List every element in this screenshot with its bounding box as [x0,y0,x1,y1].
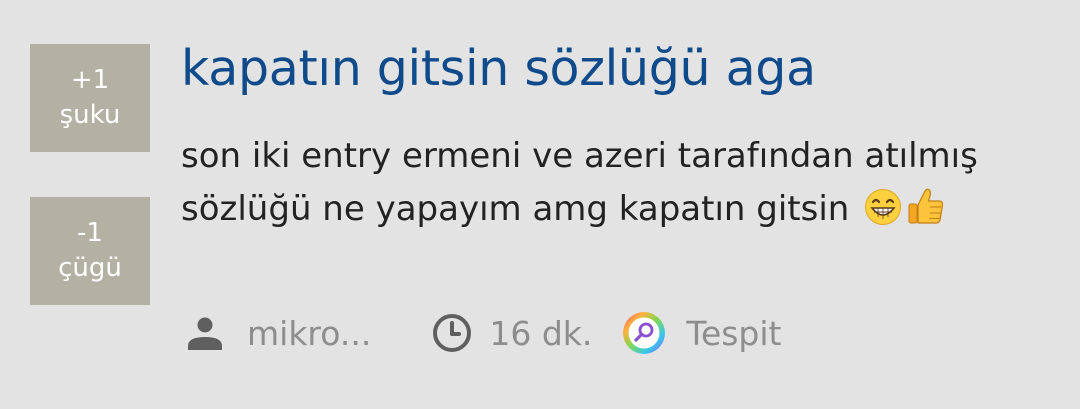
entry-body-line-2-wrap: sözlüğü ne yapayım amg kapatın gitsin [181,183,1061,242]
downvote-button[interactable]: -1 çügü [30,197,150,305]
clock-icon [431,312,473,354]
person-icon [185,313,225,353]
entry-body: son iki entry ermeni ve azeri tarafından… [181,130,1061,242]
entry-meta: mikro... 16 dk. Tespit [185,307,782,359]
entry-body-line-2: sözlüğü ne yapayım amg kapatın gitsin [181,189,850,229]
author-link[interactable]: mikro... [247,314,371,353]
upvote-count: +1 [70,65,110,95]
upvote-button[interactable]: +1 şuku [30,44,150,152]
upvote-label: şuku [59,100,121,130]
entry-title[interactable]: kapatın gitsin sözlüğü aga [181,40,816,97]
tespit-label[interactable]: Tespit [686,314,781,353]
tespit-magnifier-icon[interactable] [620,309,668,357]
grinning-face-icon [864,188,902,242]
thumbs-up-icon [906,186,946,242]
downvote-label: çügü [58,253,122,283]
downvote-count: -1 [77,218,103,248]
entry-body-line-1: son iki entry ermeni ve azeri tarafından… [181,136,978,176]
entry-time: 16 dk. [489,313,593,353]
